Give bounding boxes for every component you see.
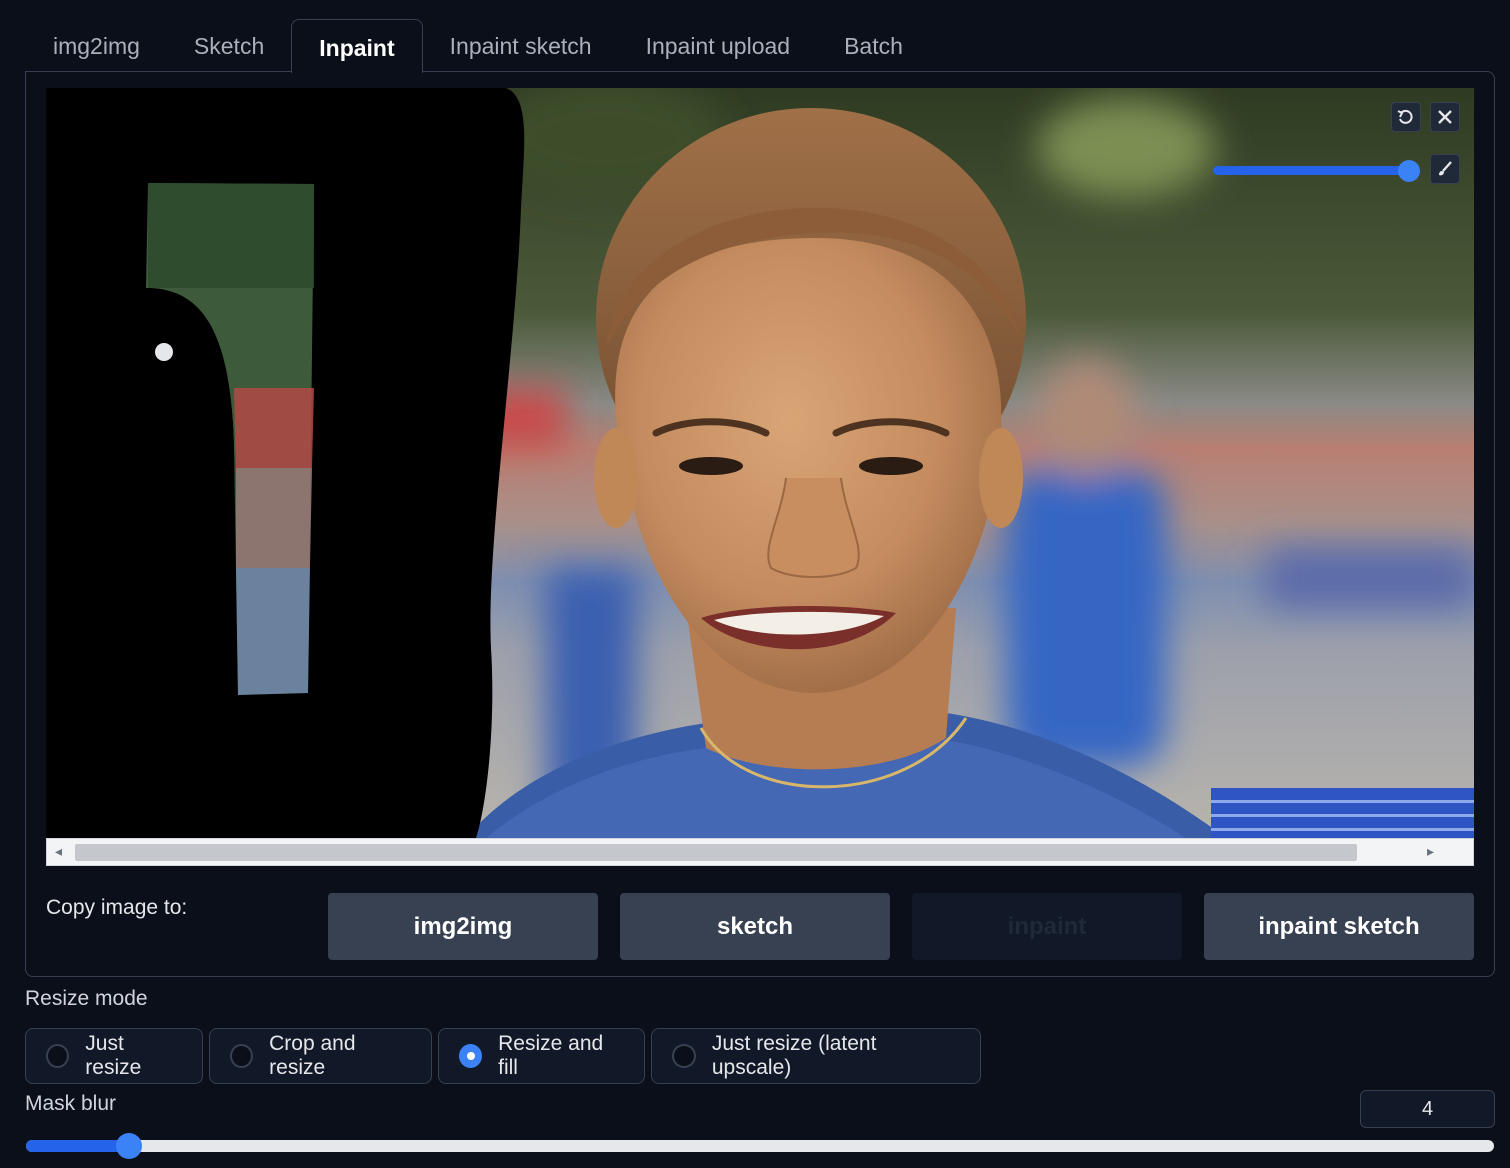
mask-blur-label: Mask blur bbox=[25, 1092, 117, 1115]
radio-button[interactable] bbox=[46, 1044, 70, 1068]
radio-just-resize-latent-upscale[interactable]: Just resize (latent upscale) bbox=[651, 1028, 981, 1084]
copy-image-label: Copy image to: bbox=[46, 896, 188, 919]
tab-batch[interactable]: Batch bbox=[817, 18, 930, 72]
copy-to-sketch-button[interactable]: sketch bbox=[620, 893, 890, 960]
radio-label: Just resize bbox=[85, 1032, 142, 1079]
close-icon[interactable] bbox=[1430, 102, 1460, 132]
radio-crop-and-resize[interactable]: Crop and resize bbox=[209, 1028, 432, 1084]
brush-size-knob[interactable] bbox=[1397, 160, 1420, 182]
scroll-left-icon[interactable]: ◂ bbox=[55, 843, 62, 860]
radio-label: Just resize (latent upscale) bbox=[711, 1032, 877, 1079]
brush-icon[interactable] bbox=[1430, 154, 1460, 184]
tab-inpaint-upload[interactable]: Inpaint upload bbox=[619, 18, 818, 72]
tab-sketch[interactable]: Sketch bbox=[167, 18, 291, 72]
resize-mode-radio-group: Just resize Crop and resize Resize and f… bbox=[25, 1028, 981, 1084]
radio-button-selected[interactable] bbox=[459, 1044, 483, 1068]
scroll-right-icon[interactable]: ▸ bbox=[1427, 843, 1434, 860]
photo-image bbox=[46, 88, 1474, 838]
copy-to-inpaint-button: inpaint bbox=[912, 893, 1182, 960]
radio-button[interactable] bbox=[230, 1044, 254, 1068]
radio-label: Resize and fill bbox=[498, 1032, 604, 1079]
tab-inpaint[interactable]: Inpaint bbox=[291, 19, 423, 73]
radio-just-resize[interactable]: Just resize bbox=[25, 1028, 203, 1084]
mask-blur-slider[interactable] bbox=[26, 1133, 1494, 1159]
radio-label: Crop and resize bbox=[269, 1032, 356, 1079]
radio-resize-and-fill[interactable]: Resize and fill bbox=[438, 1028, 645, 1084]
canvas-horizontal-scrollbar[interactable]: ◂ ▸ bbox=[46, 838, 1474, 866]
resize-mode-label: Resize mode bbox=[25, 987, 148, 1010]
scroll-thumb[interactable] bbox=[75, 844, 1357, 861]
copy-to-inpaint-sketch-button[interactable]: inpaint sketch bbox=[1204, 893, 1474, 960]
mask-blur-number-input[interactable]: 4 bbox=[1360, 1090, 1495, 1128]
inpaint-canvas[interactable] bbox=[46, 88, 1474, 838]
mask-blur-slider-fill bbox=[26, 1140, 129, 1152]
undo-icon[interactable] bbox=[1391, 102, 1421, 132]
mask-blur-slider-knob[interactable] bbox=[115, 1133, 142, 1159]
copy-to-img2img-button[interactable]: img2img bbox=[328, 893, 598, 960]
tab-img2img[interactable]: img2img bbox=[26, 18, 167, 72]
tab-bar: img2img Sketch Inpaint Inpaint sketch In… bbox=[26, 18, 930, 73]
tab-inpaint-sketch[interactable]: Inpaint sketch bbox=[423, 18, 619, 72]
brush-size-slider[interactable] bbox=[1213, 160, 1420, 182]
radio-button[interactable] bbox=[672, 1044, 696, 1068]
